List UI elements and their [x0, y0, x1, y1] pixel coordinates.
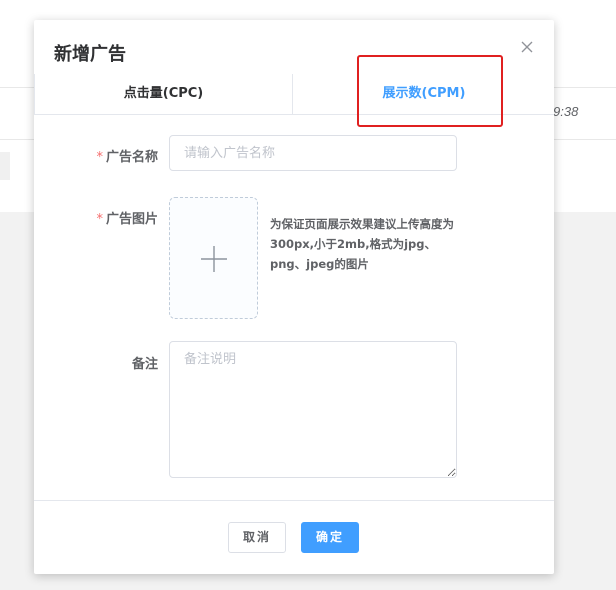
pricing-tabs: 点击量(CPC) 展示数(CPM) — [34, 74, 554, 115]
background-time-text: 9:38 — [553, 104, 579, 119]
footer-divider — [34, 500, 554, 501]
close-icon[interactable] — [518, 38, 536, 56]
ad-image-label: * 广告图片 — [68, 208, 158, 227]
required-star: * — [96, 212, 103, 227]
image-uploader[interactable] — [169, 197, 258, 319]
cancel-button[interactable]: 取消 — [228, 522, 286, 553]
ad-name-label: * 广告名称 — [68, 146, 158, 165]
ad-name-input[interactable] — [169, 135, 457, 171]
ad-image-label-text: 广告图片 — [105, 212, 158, 227]
ad-name-label-text: 广告名称 — [105, 150, 158, 165]
confirm-button[interactable]: 确定 — [301, 522, 359, 553]
remark-textarea[interactable] — [169, 341, 457, 478]
background-element — [0, 152, 10, 180]
add-ad-dialog: 新增广告 点击量(CPC) 展示数(CPM) *广告名称 *广告图片 为保证页面… — [34, 20, 554, 574]
plus-icon — [200, 245, 228, 277]
remark-label: 备注 — [131, 357, 158, 372]
required-star: * — [96, 150, 103, 165]
tab-cpm[interactable]: 展示数(CPM) — [294, 74, 554, 114]
dialog-title: 新增广告 — [54, 44, 126, 65]
upload-tip-text: 为保证页面展示效果建议上传高度为300px,小于2mb,格式为jpg、png、j… — [270, 217, 454, 271]
tab-cpc[interactable]: 点击量(CPC) — [34, 74, 293, 114]
